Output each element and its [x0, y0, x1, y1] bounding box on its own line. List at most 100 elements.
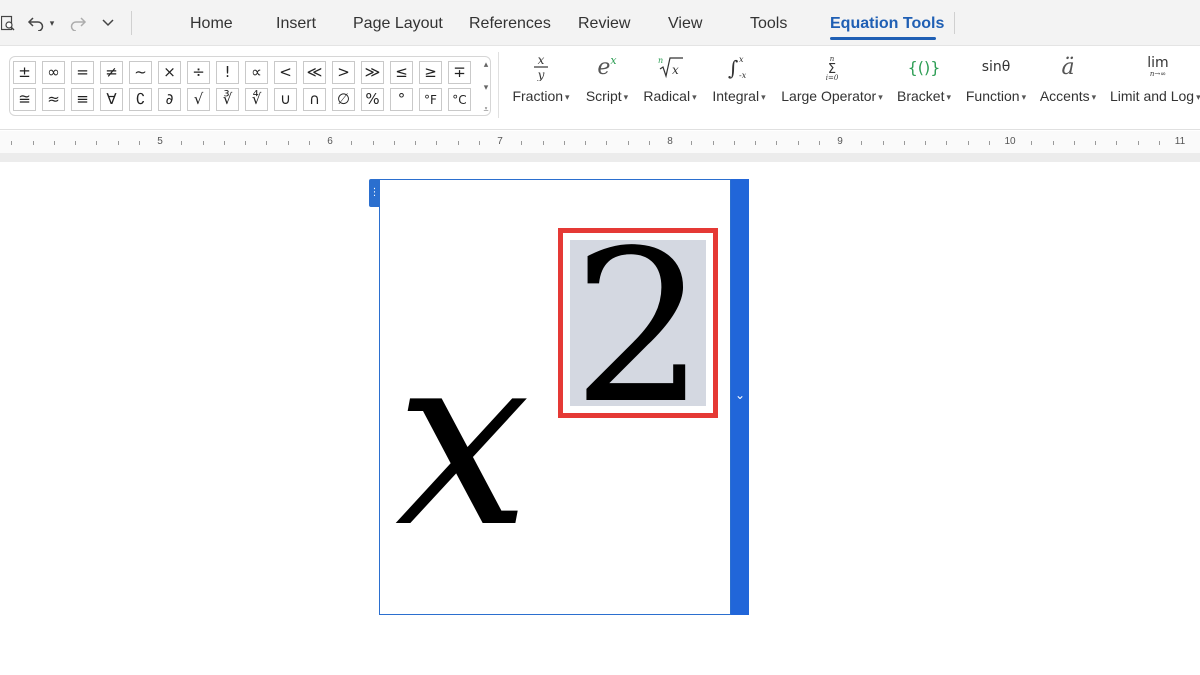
- chevron-down-icon[interactable]: ⌄: [735, 388, 745, 402]
- chevron-down-icon: ▾: [878, 91, 883, 102]
- symbol-button[interactable]: =: [71, 61, 94, 84]
- symbol-button[interactable]: ≤: [390, 61, 413, 84]
- print-preview-icon[interactable]: [0, 12, 16, 34]
- symbol-button[interactable]: ÷: [187, 61, 210, 84]
- tab-page-layout[interactable]: Page Layout: [353, 15, 443, 33]
- symbol-button[interactable]: √: [187, 88, 210, 111]
- equation-base[interactable]: x: [395, 320, 530, 560]
- script-label: Script: [585, 88, 622, 104]
- scroll-up-icon[interactable]: ▴: [484, 59, 489, 70]
- redo-icon[interactable]: [68, 12, 88, 34]
- svg-text:y: y: [537, 68, 545, 81]
- function-button[interactable]: sinθ Function ▾: [965, 50, 1027, 116]
- equation-options-bar[interactable]: ⌄: [731, 179, 749, 615]
- scroll-down-icon[interactable]: ▾: [484, 82, 489, 93]
- svg-text:n: n: [658, 56, 663, 65]
- symbol-button[interactable]: ±: [13, 61, 36, 84]
- ruler-number: 8: [667, 136, 673, 147]
- symbol-button[interactable]: ∁: [129, 88, 152, 111]
- ruler-tick: [288, 141, 289, 145]
- symbol-button[interactable]: °F: [419, 88, 442, 111]
- ruler-tick: [585, 141, 586, 145]
- ruler-tick: [968, 141, 969, 145]
- bracket-button[interactable]: {()} Bracket ▾: [896, 50, 952, 116]
- symbol-button[interactable]: !: [216, 61, 239, 84]
- bracket-label: Bracket: [897, 88, 945, 104]
- tab-view[interactable]: View: [668, 15, 702, 33]
- tab-review[interactable]: Review: [578, 15, 630, 33]
- large-operator-button[interactable]: n Σi=0 Large Operator ▾: [781, 50, 883, 116]
- symbol-button[interactable]: ≥: [419, 61, 442, 84]
- symbol-button[interactable]: ∞: [42, 61, 65, 84]
- symbol-button[interactable]: %: [361, 88, 384, 111]
- divider: [954, 12, 955, 34]
- ruler-number: 6: [327, 136, 333, 147]
- ruler-tick: [436, 141, 437, 145]
- tab-home[interactable]: Home: [190, 15, 233, 33]
- equation-exponent[interactable]: 2: [569, 223, 709, 433]
- function-label: Function: [965, 88, 1020, 104]
- symbol-button[interactable]: ∪: [274, 88, 297, 111]
- symbol-button[interactable]: °C: [448, 88, 471, 111]
- tab-equation-tools[interactable]: Equation Tools: [830, 15, 944, 33]
- radical-label: Radical: [643, 88, 691, 104]
- ruler-tick: [75, 141, 76, 145]
- symbol-button[interactable]: ~: [129, 61, 152, 84]
- chevron-down-icon: ▾: [761, 91, 766, 102]
- symbol-button[interactable]: °: [390, 88, 413, 111]
- tab-insert[interactable]: Insert: [276, 15, 316, 33]
- equation-drag-handle[interactable]: ⋮: [369, 179, 380, 207]
- accents-button[interactable]: ä Accents ▾: [1039, 50, 1097, 116]
- symbol-button[interactable]: ∅: [332, 88, 355, 111]
- tab-references[interactable]: References: [469, 15, 551, 33]
- expand-gallery-icon[interactable]: ⩡: [483, 104, 488, 115]
- fraction-button[interactable]: xy Fraction ▾: [512, 50, 570, 116]
- ruler-tick: [33, 141, 34, 145]
- symbol-button[interactable]: ∛: [216, 88, 239, 111]
- symbol-button[interactable]: ∓: [448, 61, 471, 84]
- chevron-down-icon: ▾: [1196, 91, 1200, 102]
- ruler-tick: [861, 141, 862, 145]
- ruler-tick: [691, 141, 692, 145]
- integral-icon: ∫ x -x: [726, 50, 752, 84]
- ruler-tick: [181, 141, 182, 145]
- symbol-button[interactable]: ≠: [100, 61, 123, 84]
- bracket-icon-glyph: {()}: [907, 57, 941, 77]
- ruler-tick: [266, 141, 267, 145]
- undo-icon[interactable]: [26, 12, 46, 34]
- integral-button[interactable]: ∫ x -x Integral ▾: [710, 50, 768, 116]
- ruler-tick: [309, 141, 310, 145]
- radical-button[interactable]: nx Radical ▾: [642, 50, 698, 116]
- undo-dropdown-icon[interactable]: ▾: [46, 12, 58, 34]
- ruler-tick: [1031, 141, 1032, 145]
- ruler-tick: [458, 141, 459, 145]
- symbol-button[interactable]: ∂: [158, 88, 181, 111]
- script-button[interactable]: ex Script ▾: [584, 50, 630, 116]
- customize-toolbar-icon[interactable]: [98, 12, 118, 34]
- symbol-button[interactable]: ≡: [71, 88, 94, 111]
- ruler-number: 10: [1004, 136, 1016, 147]
- symbol-button[interactable]: ≈: [42, 88, 65, 111]
- ruler-tick: [96, 141, 97, 145]
- symbol-button[interactable]: ×: [158, 61, 181, 84]
- symbol-button[interactable]: >: [332, 61, 355, 84]
- chevron-down-icon: ▾: [692, 91, 697, 102]
- symbol-button[interactable]: ∩: [303, 88, 326, 111]
- symbol-button[interactable]: ≪: [303, 61, 326, 84]
- symbol-button[interactable]: ∀: [100, 88, 123, 111]
- ruler-tick: [946, 141, 947, 145]
- fraction-label: Fraction: [512, 88, 564, 104]
- symbol-button[interactable]: ∝: [245, 61, 268, 84]
- chevron-down-icon: ▾: [1021, 91, 1027, 102]
- symbol-button[interactable]: ≫: [361, 61, 384, 84]
- ruler-number: 7: [497, 136, 503, 147]
- symbol-button[interactable]: ∜: [245, 88, 268, 111]
- ruler-tick: [713, 141, 714, 145]
- symbol-button[interactable]: ≅: [13, 88, 36, 111]
- ruler-tick: [925, 141, 926, 145]
- limit-and-log-button[interactable]: lim n→∞ Limit and Log ▾: [1108, 50, 1200, 116]
- tab-tools[interactable]: Tools: [750, 15, 787, 33]
- ruler-tick: [989, 141, 990, 145]
- symbol-button[interactable]: <: [274, 61, 297, 84]
- horizontal-ruler[interactable]: 5 6 7 8 9 10 11: [0, 131, 1200, 153]
